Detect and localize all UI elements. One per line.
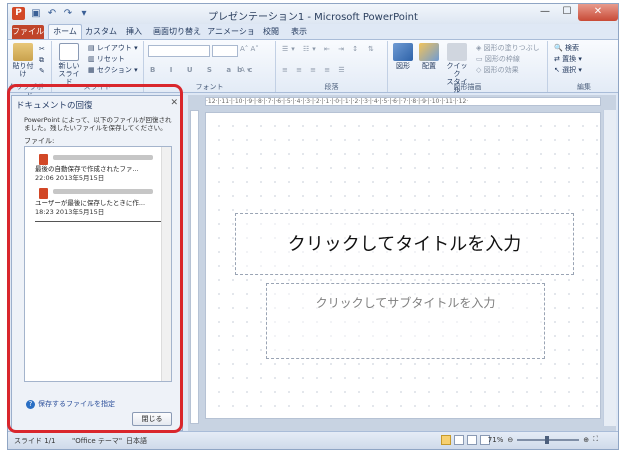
tab-home[interactable]: ホーム <box>48 24 82 39</box>
new-slide-icon <box>59 43 79 61</box>
horizontal-ruler: ·12·|·11·|·10·|·9·|·8·|·7·|·6·|·5·|·4·|·… <box>205 97 601 106</box>
subtitle-placeholder[interactable]: クリックしてサブタイトルを入力 <box>266 283 545 359</box>
close-window-button[interactable]: ✕ <box>578 4 618 21</box>
clipboard-icon <box>13 43 33 61</box>
section-label: セクション <box>96 66 132 74</box>
tab-review[interactable]: 校閲 <box>260 25 282 39</box>
vertical-ruler <box>190 110 199 424</box>
title-placeholder[interactable]: クリックしてタイトルを入力 <box>235 213 574 275</box>
format-painter-icon[interactable]: ✎ <box>39 67 45 76</box>
theme-name: "Office テーマ" <box>72 437 123 445</box>
grow-font-icon[interactable]: A˄ A˅ <box>240 45 259 54</box>
bullets-icon[interactable]: ☰▾ ☷▾ ⇤ ⇥ ↕ <box>282 45 361 54</box>
minimize-button[interactable]: — <box>534 4 556 21</box>
status-bar: スライド 1/1 "Office テーマ" 日本語 71% ⊖ ⊕ ⛶ <box>8 431 618 449</box>
select-button[interactable]: ↖ 選択 ▾ <box>554 66 582 75</box>
select-label: 選択 <box>562 66 577 74</box>
slide-sorter-icon[interactable] <box>454 435 464 445</box>
layout-label: レイアウト <box>96 44 132 52</box>
font-color-icon[interactable]: A ▾ <box>240 66 251 75</box>
normal-view-icon[interactable] <box>441 435 451 445</box>
tab-transitions[interactable]: 画面切り替え <box>152 25 202 39</box>
zoom-control: 71% ⊖ ⊕ ⛶ <box>488 435 598 444</box>
slide-count: スライド 1/1 <box>14 437 56 445</box>
layout-button[interactable]: ▤ レイアウト ▾ <box>88 44 138 53</box>
group-label-editing: 編集 <box>577 83 591 91</box>
arrange-button[interactable]: 配置 <box>418 43 440 70</box>
quick-style-label-1: クイック <box>446 62 468 78</box>
slide-editing-area: ·12·|·11·|·10·|·9·|·8·|·7·|·6·|·5·|·4·|·… <box>188 95 616 431</box>
slide-canvas[interactable]: クリックしてタイトルを入力 クリックしてサブタイトルを入力 <box>205 112 601 419</box>
replace-button[interactable]: ⇄ 置換 ▾ <box>554 55 582 64</box>
tab-view[interactable]: 表示 <box>288 25 310 39</box>
shape-label: 図形 <box>396 62 410 70</box>
shape-effects-label: 図形の効果 <box>483 66 519 74</box>
shape-outline-label: 図形の枠線 <box>484 55 520 63</box>
window-title: プレゼンテーション1 - Microsoft PowerPoint <box>208 12 418 23</box>
shape-effects-button[interactable]: ◇ 図形の効果 <box>476 66 519 75</box>
view-buttons <box>441 435 490 445</box>
highlight-annotation <box>7 84 183 433</box>
copy-icon[interactable]: ⧉ <box>39 56 44 65</box>
language[interactable]: 日本語 <box>126 436 147 446</box>
find-button[interactable]: 🔍 検索 <box>554 44 579 53</box>
group-editing: 🔍 検索 ⇄ 置換 ▾ ↖ 選択 ▾ 編集 <box>548 41 618 92</box>
quick-style-icon <box>447 43 467 61</box>
font-size-combo[interactable] <box>212 45 238 57</box>
title-bar: P ▣ ↶ ↷ ▾ プレゼンテーション1 - Microsoft PowerPo… <box>8 4 618 24</box>
zoom-out-icon[interactable]: ⊖ <box>507 436 513 444</box>
group-drawing: 図形 配置 クイック スタイル ◈ 図形の塗りつぶし ▭ 図形の枠線 ◇ 図形の… <box>388 41 548 94</box>
shape-fill-label: 図形の塗りつぶし <box>483 44 540 52</box>
shapes-icon <box>393 43 413 61</box>
paste-label: 貼り付け <box>12 62 34 78</box>
alignment-icon[interactable]: ≡ ≡ ≡ ≡ ☰ <box>282 66 348 75</box>
paste-button[interactable]: 貼り付け <box>12 43 34 78</box>
group-label-paragraph: 段落 <box>324 83 339 91</box>
tab-file[interactable]: ファイル <box>12 25 44 39</box>
slide-scrollbar[interactable] <box>603 110 616 426</box>
group-label-drawing: 図形描画 <box>453 83 482 91</box>
reset-button[interactable]: ▥ リセット <box>88 55 125 64</box>
reset-label: リセット <box>96 55 125 63</box>
fit-window-icon[interactable]: ⛶ <box>593 435 598 444</box>
arrange-label: 配置 <box>422 62 436 70</box>
shape-button[interactable]: 図形 <box>392 43 414 70</box>
shape-fill-button[interactable]: ◈ 図形の塗りつぶし <box>476 44 540 53</box>
maximize-button[interactable]: ☐ <box>556 4 578 21</box>
find-label: 検索 <box>564 44 579 52</box>
window-controls: — ☐ ✕ <box>534 4 618 21</box>
font-name-combo[interactable] <box>148 45 210 57</box>
replace-label: 置換 <box>562 55 577 63</box>
zoom-thumb[interactable] <box>545 435 550 444</box>
shape-outline-button[interactable]: ▭ 図形の枠線 <box>476 55 520 64</box>
text-direction-icon[interactable]: ⇅ <box>368 45 374 54</box>
group-paragraph: ☰▾ ☷▾ ⇤ ⇥ ↕ ≡ ≡ ≡ ≡ ☰ ⇅ 段落 <box>276 41 388 92</box>
tab-animations[interactable]: アニメーション <box>206 25 256 50</box>
section-button[interactable]: ▦ セクション ▾ <box>88 66 138 75</box>
arrange-icon <box>419 43 439 61</box>
ribbon-tabs: ファイル ホーム カスタム 挿入 画面切り替え アニメーション 校閲 表示 ❓ <box>8 24 618 55</box>
tab-insert[interactable]: 挿入 <box>122 25 146 39</box>
zoom-slider[interactable] <box>517 435 580 444</box>
zoom-level[interactable]: 71% <box>488 436 504 444</box>
new-slide-button[interactable]: 新しい スライド <box>56 43 82 86</box>
cut-icon[interactable]: ✂ <box>39 45 45 54</box>
new-slide-label-1: 新しい <box>58 62 80 70</box>
reading-view-icon[interactable] <box>467 435 477 445</box>
zoom-in-icon[interactable]: ⊕ <box>583 436 589 444</box>
tab-custom[interactable]: カスタム <box>84 25 118 39</box>
